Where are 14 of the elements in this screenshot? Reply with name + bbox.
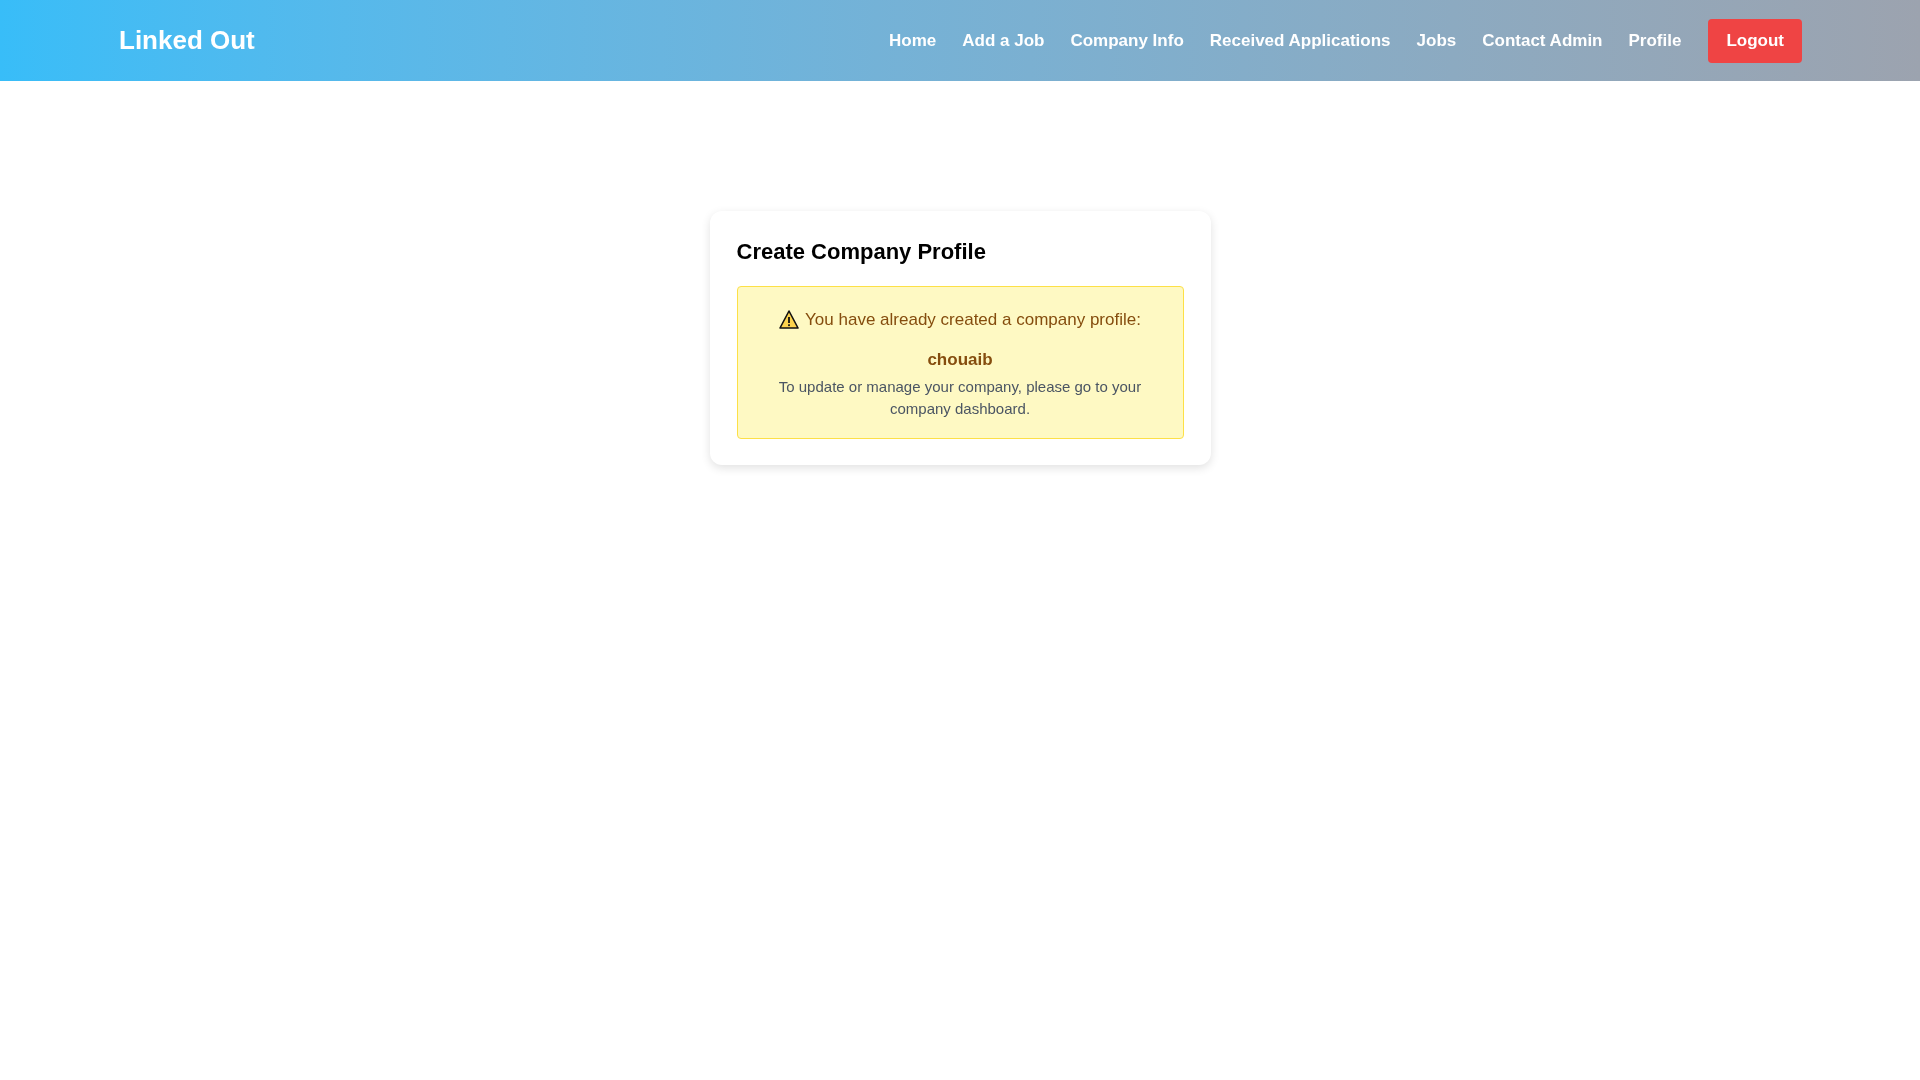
nav-link[interactable]: Contact Admin <box>1482 27 1603 54</box>
nav-link[interactable]: Company Info <box>1070 27 1184 54</box>
nav-link[interactable]: Profile <box>1628 27 1682 54</box>
company-name: chouaib <box>927 348 993 371</box>
nav-link[interactable]: Add a Job <box>962 27 1045 54</box>
nav-link[interactable]: Jobs <box>1416 27 1457 54</box>
alert-hint: To update or manage your company, please go to your company dashboard. <box>777 377 1143 419</box>
warning-icon <box>779 310 800 330</box>
card-title: Create Company Profile <box>736 238 987 266</box>
nav-link[interactable]: Received Applications <box>1209 27 1391 54</box>
nav-link[interactable]: Home <box>889 27 937 54</box>
brand-link[interactable]: Linked Out <box>119 21 255 60</box>
logout-button[interactable]: Logout <box>1708 18 1802 63</box>
alert-message: You have already created a company profile: <box>805 309 1141 331</box>
